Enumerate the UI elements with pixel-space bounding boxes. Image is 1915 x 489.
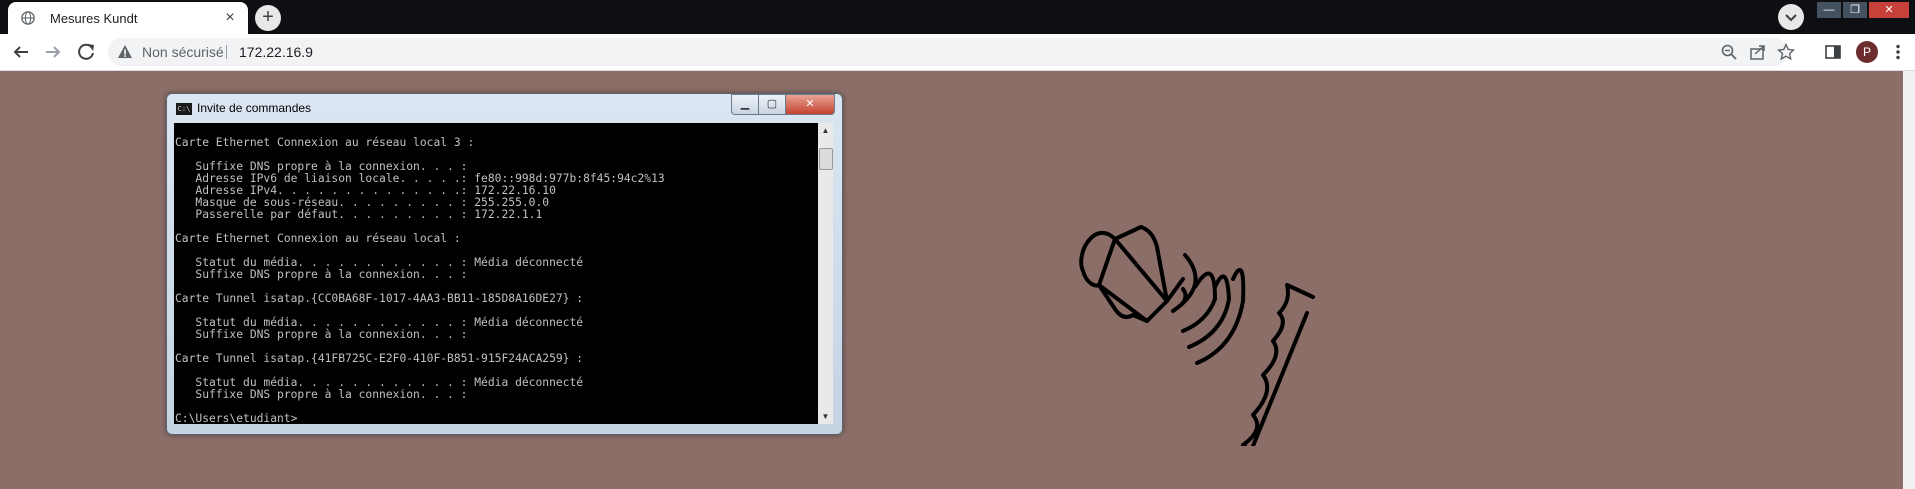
tab-strip: Mesures Kundt × + — ❐ ✕	[0, 0, 1915, 34]
window-minimize-button[interactable]: —	[1817, 2, 1841, 18]
globe-icon	[21, 11, 35, 25]
share-icon[interactable]	[1749, 43, 1767, 61]
tab-close-button[interactable]: ×	[220, 8, 240, 28]
tab-title: Mesures Kundt	[50, 11, 138, 26]
cmd-window-icon: C:\	[176, 103, 192, 115]
warning-icon[interactable]	[117, 44, 133, 60]
cmd-scrollbar[interactable]: ▲ ▼	[818, 123, 833, 424]
browser-toolbar: Non sécurisé 172.22.16.9 P	[0, 34, 1915, 71]
cmd-window[interactable]: C:\ Invite de commandes ▁ ▢ ✕ Carte Ethe…	[166, 93, 843, 435]
zoom-icon[interactable]	[1720, 43, 1738, 61]
cmd-maximize-button[interactable]: ▢	[758, 94, 786, 115]
cmd-close-button[interactable]: ✕	[785, 94, 835, 115]
address-separator	[226, 45, 227, 59]
window-close-button[interactable]: ✕	[1869, 2, 1909, 18]
page-scrollbar[interactable]	[1903, 71, 1915, 489]
address-bar[interactable]: Non sécurisé 172.22.16.9	[108, 38, 1795, 66]
scroll-up-icon[interactable]: ▲	[818, 123, 833, 138]
new-tab-button[interactable]: +	[255, 5, 281, 31]
tab-search-button[interactable]	[1778, 4, 1804, 30]
profile-avatar[interactable]: P	[1856, 41, 1878, 63]
menu-icon[interactable]	[1889, 43, 1907, 61]
cmd-console-output[interactable]: Carte Ethernet Connexion au réseau local…	[174, 123, 818, 424]
cmd-window-title: Invite de commandes	[197, 101, 312, 115]
console-text: Carte Ethernet Connexion au réseau local…	[175, 136, 665, 425]
scroll-thumb[interactable]	[819, 148, 833, 170]
window-maximize-button[interactable]: ❐	[1843, 2, 1867, 18]
browser-tab[interactable]: Mesures Kundt ×	[8, 2, 248, 34]
speaker-waves-icon	[1079, 225, 1315, 446]
chevron-down-icon	[1785, 14, 1797, 22]
back-icon[interactable]	[8, 39, 34, 65]
scroll-down-icon[interactable]: ▼	[818, 409, 833, 424]
reload-icon[interactable]	[73, 39, 99, 65]
cmd-minimize-button[interactable]: ▁	[731, 94, 759, 115]
side-panel-icon[interactable]	[1824, 43, 1842, 61]
url-text[interactable]: 172.22.16.9	[239, 44, 313, 60]
security-status[interactable]: Non sécurisé	[142, 44, 224, 60]
star-icon[interactable]	[1777, 43, 1795, 61]
forward-icon[interactable]	[40, 39, 66, 65]
